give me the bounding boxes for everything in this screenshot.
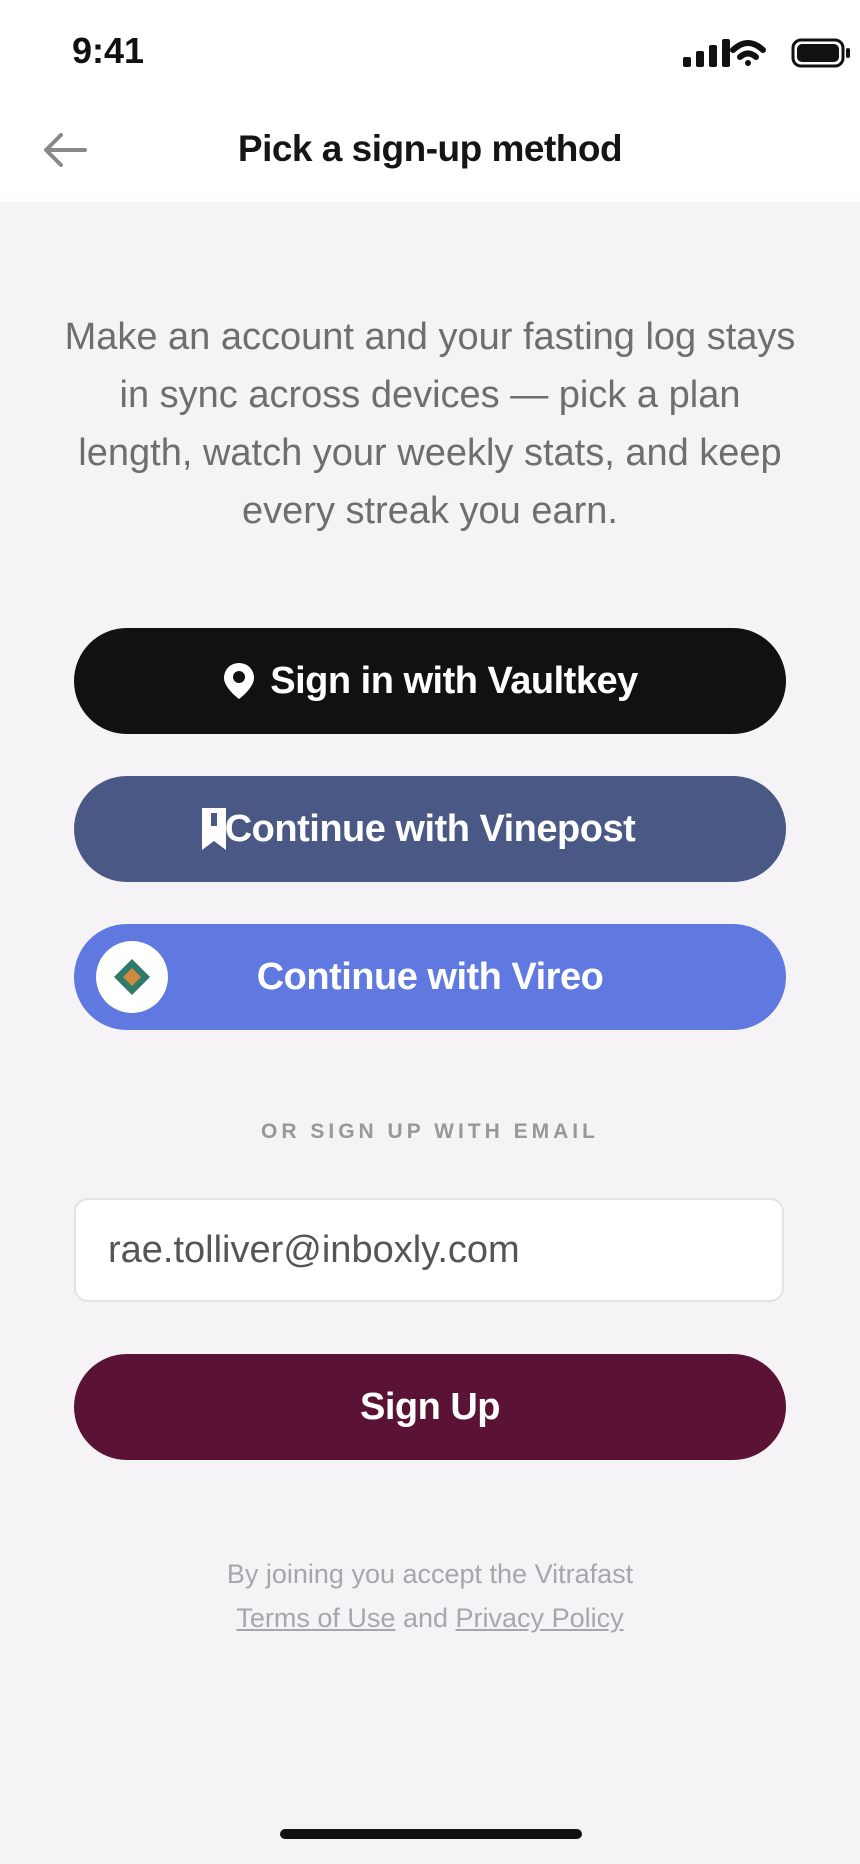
email-divider-label: OR SIGN UP WITH EMAIL	[261, 1120, 599, 1143]
signal-icon	[683, 39, 730, 67]
email-field[interactable]	[74, 1198, 784, 1302]
bookmark-icon	[202, 808, 226, 860]
signup-label: Sign Up	[359, 1385, 501, 1428]
diamond-logo-icon	[114, 959, 150, 995]
battery-icon	[791, 38, 850, 68]
status-bar: 9:41	[0, 0, 860, 105]
vireo-label: Continue with Vireo	[256, 955, 604, 998]
terms-link[interactable]: Terms of Use	[236, 1603, 395, 1633]
vaultkey-label: Sign in with Vaultkey	[270, 659, 638, 702]
legal-conjunction: and	[402, 1603, 449, 1633]
intro-text: Make an account and your fasting log sta…	[64, 316, 796, 532]
legal-prefix: By joining you accept the Vitrafast	[226, 1559, 634, 1589]
signup-button[interactable]: Sign Up	[74, 1354, 786, 1460]
vinepost-continue-button[interactable]: Continue with Vinepost	[74, 776, 786, 882]
status-icons	[683, 38, 850, 68]
legal-text: By joining you accept the Vitrafast Term…	[0, 1552, 860, 1640]
page-title: Pick a sign-up method	[237, 128, 623, 169]
wifi-icon	[730, 40, 766, 66]
location-pin-icon	[222, 661, 256, 701]
vinepost-label: Continue with Vinepost	[224, 807, 636, 850]
home-indicator	[280, 1829, 582, 1839]
vireo-logo	[96, 941, 168, 1013]
vireo-continue-button[interactable]: Continue with Vireo	[74, 924, 786, 1030]
vaultkey-signin-button[interactable]: Sign in with Vaultkey	[74, 628, 786, 734]
privacy-link[interactable]: Privacy Policy	[456, 1603, 624, 1633]
